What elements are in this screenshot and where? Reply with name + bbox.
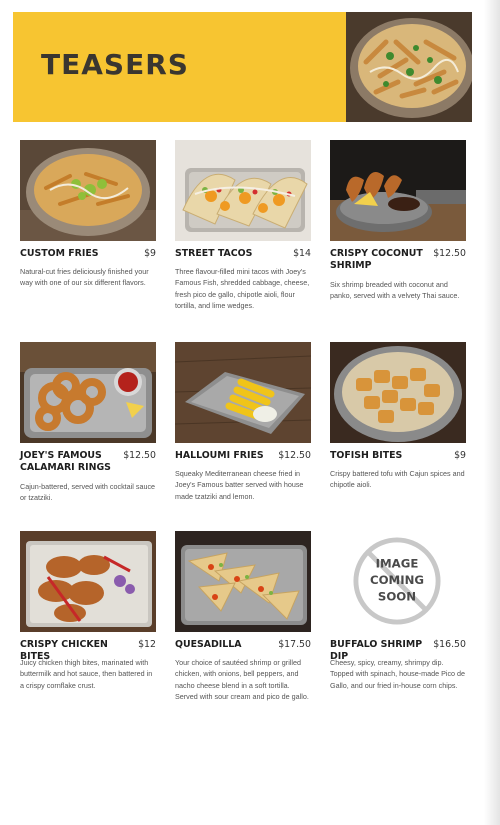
item-description: Your choice of sautéed shrimp or grilled… (175, 658, 309, 702)
item-name: CUSTOM FRIES (20, 248, 99, 259)
item-description: Six shrimp breaded with coconut and pank… (330, 280, 460, 301)
item-description: Three flavour-filled mini tacos with Joe… (175, 267, 310, 311)
custom-fries-photo (20, 140, 156, 241)
placeholder-line-2: COMING (370, 573, 424, 587)
image-coming-soon-placeholder: IMAGE COMING SOON (330, 531, 466, 632)
item-description: Juicy chicken thigh bites, marinated wit… (20, 658, 153, 690)
item-price: $9 (454, 450, 466, 461)
item-price: $17.50 (278, 639, 311, 650)
tofish-bites-photo (330, 342, 466, 443)
section-banner: TEASERS (13, 12, 472, 122)
halloumi-fries-photo (175, 342, 311, 443)
calamari-photo (20, 342, 156, 443)
item-name: HALLOUMI FRIES (175, 450, 264, 461)
item-name: TOFISH BITES (330, 450, 403, 461)
page-edge-shadow (484, 0, 500, 825)
item-price: $12.50 (123, 450, 156, 461)
item-description: Crispy battered tofu with Cajun spices a… (330, 469, 465, 490)
item-price: $12 (138, 639, 156, 650)
section-title: TEASERS (41, 48, 189, 81)
quesadilla-photo (175, 531, 311, 632)
item-name: JOEY'S FAMOUS CALAMARI RINGS (20, 450, 111, 473)
item-price: $12.50 (433, 248, 466, 259)
item-price: $12.50 (278, 450, 311, 461)
item-price: $9 (144, 248, 156, 259)
item-description: Cajun-battered, served with cocktail sau… (20, 482, 156, 503)
item-price: $14 (293, 248, 311, 259)
street-tacos-photo (175, 140, 311, 241)
item-name: CRISPY COCONUT SHRIMP (330, 248, 423, 271)
item-description: Squeaky Mediterranean cheese fried in Jo… (175, 469, 304, 501)
item-description: Natural-cut fries deliciously finished y… (20, 267, 149, 288)
item-price: $16.50 (433, 639, 466, 650)
placeholder-line-1: IMAGE (376, 556, 419, 570)
placeholder-line-3: SOON (378, 590, 416, 604)
item-name: QUESADILLA (175, 639, 242, 650)
coconut-shrimp-photo (330, 140, 466, 241)
chicken-bites-photo (20, 531, 156, 632)
banner-fries-photo (346, 12, 472, 122)
item-name: STREET TACOS (175, 248, 253, 259)
item-description: Cheesy, spicy, creamy, shrimpy dip. Topp… (330, 658, 466, 690)
